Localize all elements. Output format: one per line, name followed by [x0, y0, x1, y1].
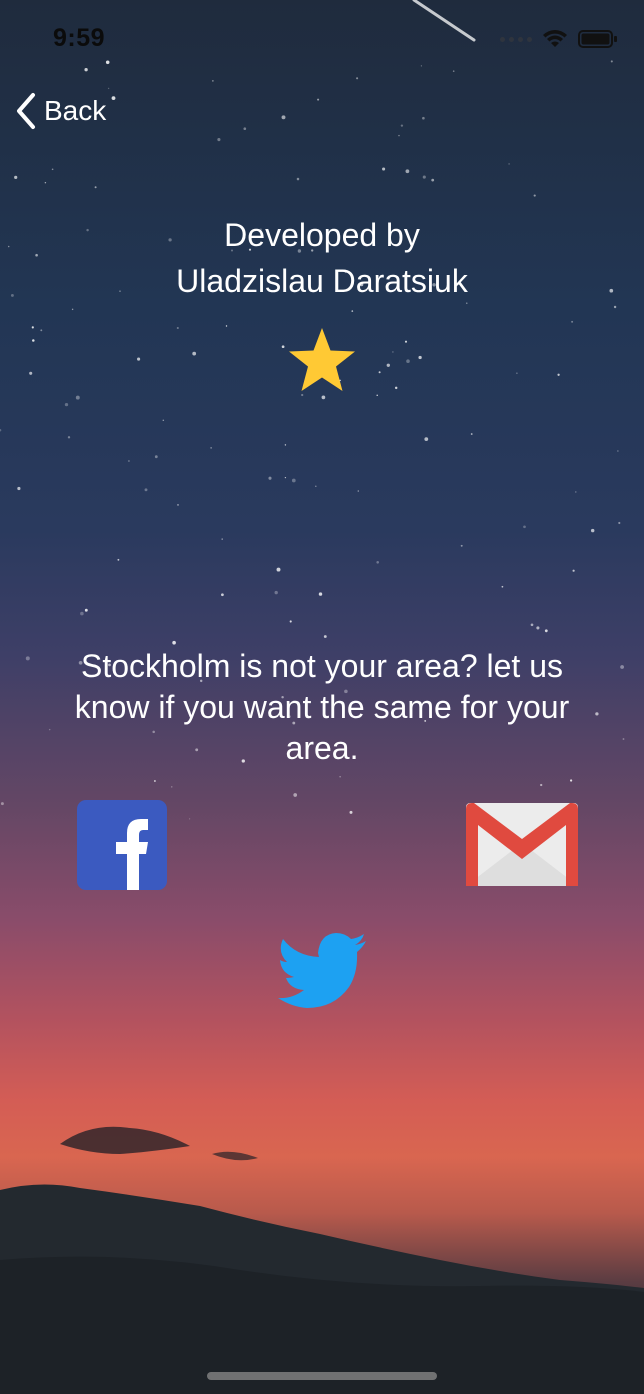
back-label: Back: [44, 95, 107, 126]
credits-heading: Developed by: [224, 217, 420, 253]
status-time: 9:59: [53, 24, 106, 52]
twitter-icon[interactable]: [278, 933, 368, 1009]
home-indicator[interactable]: [207, 1372, 437, 1380]
battery-icon: [578, 30, 617, 48]
gmail-icon[interactable]: [466, 803, 578, 886]
facebook-icon[interactable]: [77, 800, 167, 890]
developer-credits: Developed by Uladzislau Daratsiuk: [0, 212, 644, 304]
status-bar: 9:59: [0, 0, 644, 80]
developer-name: Uladzislau Daratsiuk: [176, 263, 468, 299]
status-indicators: [500, 28, 618, 50]
wifi-icon: [543, 30, 567, 47]
star-icon[interactable]: [287, 326, 357, 394]
back-button[interactable]: Back: [14, 92, 106, 130]
chevron-left-icon: [17, 93, 35, 129]
mountain-silhouette: [0, 1126, 644, 1394]
cellular-signal-icon: [500, 36, 532, 42]
area-request-message: Stockholm is not your area? let us know …: [74, 648, 570, 766]
